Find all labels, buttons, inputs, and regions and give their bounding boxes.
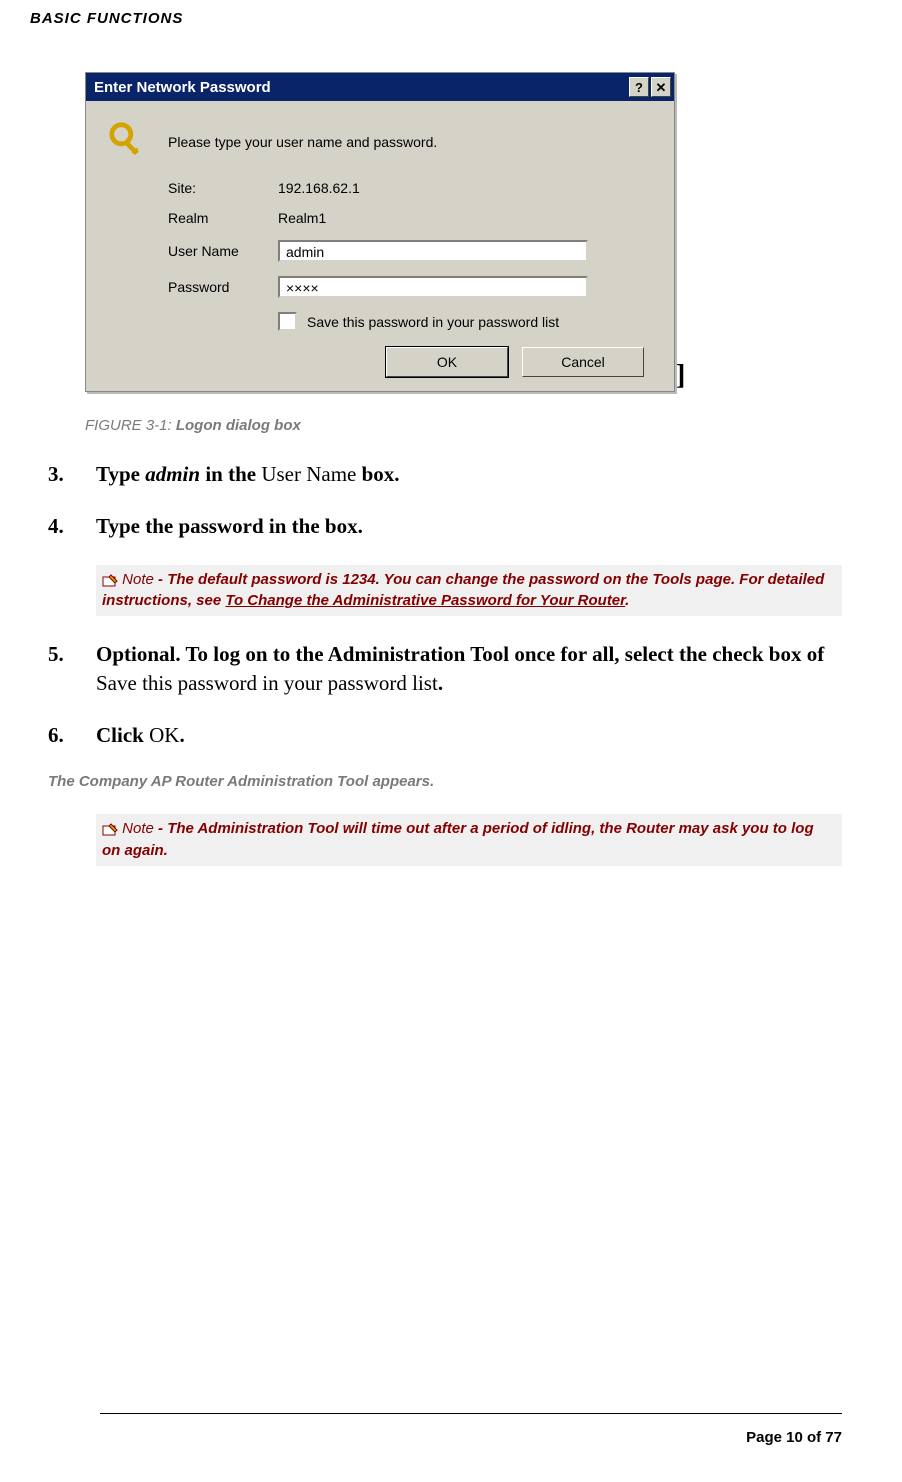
step-text: .	[438, 671, 443, 695]
step-text: OK	[149, 723, 179, 747]
note-label: Note	[118, 820, 158, 837]
page-number: Page 10 of 77	[746, 1429, 842, 1446]
note-text: 1234	[342, 571, 375, 588]
cancel-button[interactable]: Cancel	[522, 347, 644, 377]
note-box: Note - The default password is 1234. You…	[96, 565, 842, 617]
username-input[interactable]: admin	[278, 240, 588, 262]
note-link[interactable]: To Change the Administrative Password fo…	[225, 592, 625, 609]
note-box: Note - The Administration Tool will time…	[96, 814, 842, 866]
step-text: User Name	[261, 462, 361, 486]
step-number: 3.	[48, 460, 96, 488]
step-4: 4. Type the password in the box.	[48, 512, 842, 540]
step-text: box.	[362, 462, 400, 486]
dialog-figure: Enter Network Password ? ✕	[85, 72, 842, 392]
step-5: 5. Optional. To log on to the Administra…	[48, 640, 842, 697]
save-password-checkbox[interactable]	[278, 312, 297, 331]
password-label: Password	[168, 279, 278, 295]
step-6: 6. Click OK.	[48, 721, 842, 749]
step-text: Type	[96, 462, 145, 486]
figure-caption: FIGURE 3-1: Logon dialog box	[85, 417, 842, 434]
note-label: Note	[118, 571, 158, 588]
username-label: User Name	[168, 243, 278, 259]
step-3: 3. Type admin in the User Name box.	[48, 460, 842, 488]
password-input[interactable]: ××××	[278, 276, 588, 298]
figure-title: Logon dialog box	[176, 417, 301, 434]
result-text: The Company AP Router Administration Too…	[48, 773, 842, 790]
footer-divider	[100, 1413, 842, 1414]
save-password-label: Save this password in your password list	[307, 314, 559, 330]
dialog-titlebar: Enter Network Password ? ✕	[86, 73, 674, 101]
key-icon	[108, 121, 152, 162]
site-value: 192.168.62.1	[278, 180, 652, 196]
step-text: Save this password in your password list	[96, 671, 438, 695]
note-text: - The default password is	[158, 571, 342, 588]
step-text: admin	[145, 462, 200, 486]
note-icon	[102, 573, 118, 587]
step-number: 6.	[48, 721, 96, 749]
step-number: 4.	[48, 512, 96, 540]
bracket-glyph: ]	[676, 360, 685, 392]
step-text: Type the password in the box.	[96, 512, 842, 540]
figure-number: FIGURE 3-1:	[85, 417, 176, 434]
step-text: in the	[200, 462, 261, 486]
step-text: Optional. To log on to the Administratio…	[96, 642, 824, 666]
dialog-intro: Please type your user name and password.	[168, 134, 437, 150]
close-button[interactable]: ✕	[651, 77, 671, 97]
help-button[interactable]: ?	[629, 77, 649, 97]
realm-value: Realm1	[278, 210, 652, 226]
step-text: .	[179, 723, 184, 747]
step-text: Click	[96, 723, 149, 747]
dialog-title: Enter Network Password	[94, 79, 271, 96]
page-header: BASIC FUNCTIONS	[30, 10, 842, 27]
note-text: .	[625, 592, 629, 609]
step-number: 5.	[48, 640, 96, 697]
note-icon	[102, 822, 118, 836]
ok-button[interactable]: OK	[386, 347, 508, 377]
realm-label: Realm	[168, 210, 278, 226]
note-text: - The Administration Tool will time out …	[102, 820, 814, 859]
site-label: Site:	[168, 180, 278, 196]
login-dialog: Enter Network Password ? ✕	[85, 72, 675, 392]
